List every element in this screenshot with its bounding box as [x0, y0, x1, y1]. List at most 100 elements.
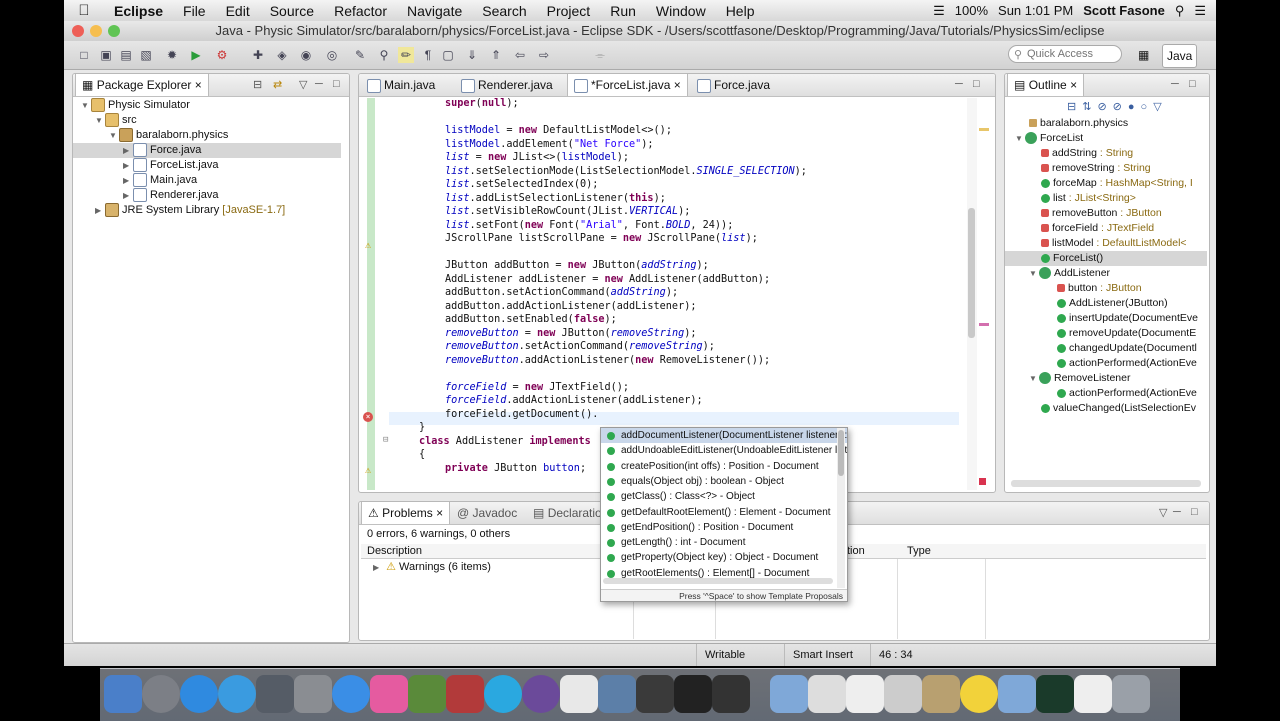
apple-icon[interactable]: 	[64, 2, 104, 19]
editor-scrollbar-thumb[interactable]	[968, 208, 975, 338]
robot-app-icon[interactable]	[598, 675, 636, 713]
outline-field[interactable]: button : JButton	[1057, 281, 1142, 296]
column-description[interactable]: Description	[367, 544, 422, 558]
error-icon[interactable]: ×	[363, 412, 373, 422]
proposal-item[interactable]: addDocumentListener(DocumentListener lis…	[601, 428, 847, 444]
view-menu-icon[interactable]: ▽	[1159, 506, 1167, 519]
hide-local-icon[interactable]: ○	[1141, 101, 1154, 113]
outline-method[interactable]: removeUpdate(DocumentE	[1057, 326, 1196, 341]
view-menu-icon[interactable]: ▽	[1153, 101, 1167, 113]
outline-method[interactable]: changedUpdate(Documentl	[1057, 341, 1197, 356]
open-type-icon[interactable]: ✚	[250, 47, 266, 63]
proposal-item[interactable]: getDefaultRootElement() : Element - Docu…	[601, 505, 847, 520]
tree-item-jre[interactable]: ▶ JRE System Library [JavaSE-1.7]	[95, 203, 285, 218]
tree-item-project[interactable]: ▼ Physic Simulator	[81, 98, 190, 113]
tab-outline[interactable]: ▤ Outline ×	[1007, 74, 1085, 96]
new-icon[interactable]: □	[76, 47, 92, 63]
link-editor-icon[interactable]: ⇄	[273, 78, 282, 91]
outline-method[interactable]: AddListener(JButton)	[1057, 296, 1168, 311]
view-menu-icon[interactable]: ▽	[299, 78, 307, 91]
zoom-window-button[interactable]	[108, 25, 120, 37]
next-annotation-icon[interactable]: ⇓	[464, 47, 480, 63]
system-preferences-icon[interactable]	[294, 675, 332, 713]
tab-javadoc[interactable]: @ Javadoc	[451, 502, 523, 524]
proposal-item[interactable]: equals(Object obj) : boolean - Object	[601, 474, 847, 489]
overview-marker[interactable]	[979, 323, 989, 326]
tree-item-package[interactable]: ▼ baralaborn.physics	[109, 128, 228, 143]
minimize-icon[interactable]: ─	[1171, 78, 1179, 90]
dictionary-icon[interactable]	[446, 675, 484, 713]
wifi-icon[interactable]: ☰	[933, 3, 945, 19]
popup-scrollbar-thumb[interactable]	[838, 430, 844, 476]
skype-icon[interactable]	[484, 675, 522, 713]
outline-field[interactable]: forceField : JTextField	[1041, 221, 1154, 236]
outline-method[interactable]: actionPerformed(ActionEve	[1057, 386, 1197, 401]
spotlight-icon[interactable]: ⚲	[1175, 3, 1185, 19]
close-icon[interactable]: ×	[195, 78, 202, 92]
menu-search[interactable]: Search	[472, 3, 536, 19]
outline-field[interactable]: addString : String	[1041, 146, 1133, 161]
warnings-row[interactable]: ▶ ⚠ Warnings (6 items)	[373, 560, 491, 573]
proposal-item[interactable]: getLength() : int - Document	[601, 535, 847, 550]
quick-access-input[interactable]	[1008, 45, 1122, 63]
maximize-icon[interactable]: □	[333, 78, 340, 90]
quill-icon[interactable]	[256, 675, 294, 713]
user-name[interactable]: Scott Fasone	[1083, 3, 1165, 18]
menu-window[interactable]: Window	[646, 3, 716, 19]
battery-indicator[interactable]: 100%	[955, 3, 988, 18]
overview-marker[interactable]	[979, 128, 989, 131]
document-icon[interactable]	[1074, 675, 1112, 713]
folder-icon[interactable]	[770, 675, 808, 713]
hide-static-icon[interactable]: ⊘	[1113, 101, 1128, 113]
minimize-icon[interactable]: ─	[955, 78, 963, 90]
search-icon[interactable]: ⚲	[376, 47, 392, 63]
outline-hscrollbar[interactable]	[1011, 480, 1201, 487]
app-menu[interactable]: Eclipse	[104, 3, 173, 19]
terminal-icon[interactable]	[674, 675, 712, 713]
menu-help[interactable]: Help	[716, 3, 765, 19]
outline-field[interactable]: removeButton : JButton	[1041, 206, 1162, 221]
overview-error-marker[interactable]	[979, 478, 986, 485]
folder-icon[interactable]	[998, 675, 1036, 713]
external-tools-icon[interactable]: ⚙	[214, 47, 230, 63]
finder-icon[interactable]	[104, 675, 142, 713]
preview-icon[interactable]	[560, 675, 598, 713]
tab-forcelist-java[interactable]: *ForceList.java ×	[567, 74, 688, 96]
debug-icon[interactable]: ✹	[164, 47, 180, 63]
column-type[interactable]: Type	[907, 544, 931, 558]
minimize-icon[interactable]: ─	[1173, 506, 1181, 518]
save-icon[interactable]: ▣	[98, 47, 114, 63]
close-icon[interactable]: ×	[436, 506, 443, 520]
tab-problems[interactable]: ⚠ Problems ×	[361, 502, 451, 524]
activity-monitor-icon[interactable]	[1036, 675, 1074, 713]
maximize-icon[interactable]: □	[1191, 506, 1198, 518]
hide-fields-icon[interactable]: ⊘	[1097, 101, 1112, 113]
menu-navigate[interactable]: Navigate	[397, 3, 472, 19]
tab-renderer-java[interactable]: Renderer.java	[455, 74, 559, 96]
jar-file-icon[interactable]	[808, 675, 846, 713]
outline-method[interactable]: insertUpdate(DocumentEve	[1057, 311, 1198, 326]
outline-method[interactable]: valueChanged(ListSelectionEv	[1041, 401, 1196, 416]
block-select-icon[interactable]: ▢	[440, 47, 456, 63]
outline-package[interactable]: baralaborn.physics	[1029, 116, 1128, 131]
menu-project[interactable]: Project	[537, 3, 601, 19]
proposal-item[interactable]: getProperty(Object key) : Object - Docum…	[601, 550, 847, 565]
open-perspective-icon[interactable]: ▦	[1138, 44, 1149, 66]
outline-field[interactable]: list : JList<String>	[1041, 191, 1136, 206]
itunes-icon[interactable]	[332, 675, 370, 713]
menu-source[interactable]: Source	[260, 3, 324, 19]
save-all-icon[interactable]: ▤	[118, 47, 134, 63]
tab-main-java[interactable]: Main.java	[361, 74, 441, 96]
outline-inner-class[interactable]: ▼ AddListener	[1029, 266, 1110, 281]
eclipse-icon[interactable]	[522, 675, 560, 713]
outline-class[interactable]: ▼ ForceList	[1015, 131, 1083, 146]
clock[interactable]: Sun 1:01 PM	[998, 3, 1073, 18]
app-store-icon[interactable]	[180, 675, 218, 713]
open-task-icon[interactable]: ✎	[352, 47, 368, 63]
pin-editor-icon[interactable]: ⌯	[592, 47, 608, 63]
fold-icon[interactable]: ⊟	[383, 435, 388, 445]
show-whitespace-icon[interactable]: ¶	[420, 47, 436, 63]
tree-item-file[interactable]: ▶ Force.java	[73, 143, 341, 158]
minecraft-icon[interactable]	[408, 675, 446, 713]
outline-field[interactable]: listModel : DefaultListModel<	[1041, 236, 1187, 251]
